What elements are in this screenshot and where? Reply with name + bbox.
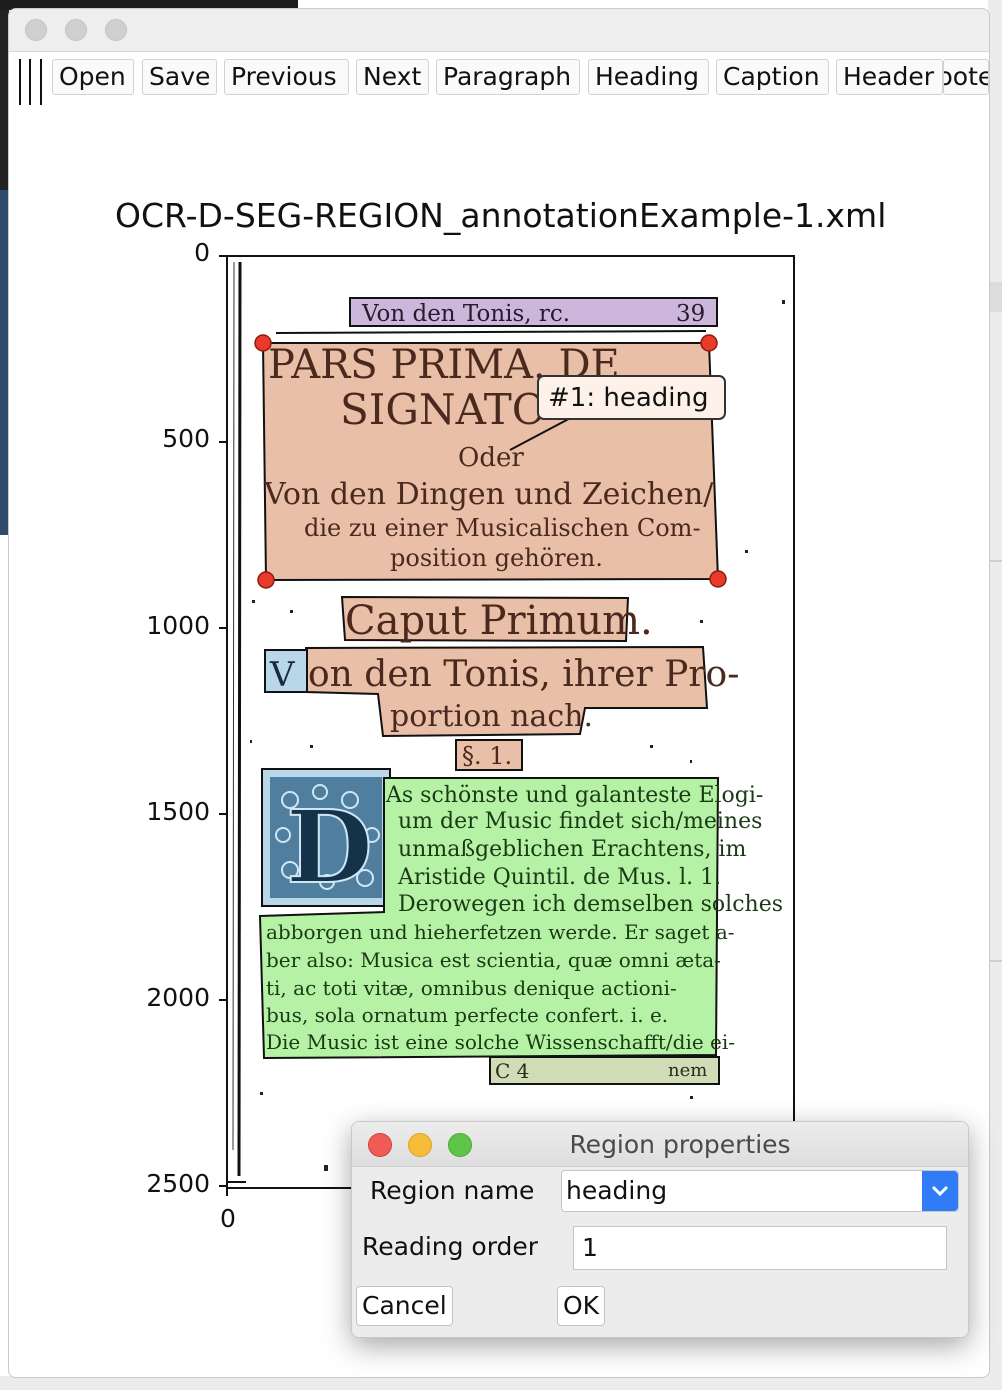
y-tick-label: 2500: [146, 1169, 210, 1198]
heading-button[interactable]: Heading: [588, 59, 709, 95]
paragraph-button[interactable]: Paragraph: [436, 59, 580, 95]
desktop-background: [0, 1376, 1002, 1390]
y-tick-label: 2000: [146, 983, 210, 1012]
region-name-select[interactable]: heading: [561, 1170, 959, 1212]
region-name-label: Region name: [370, 1176, 535, 1205]
y-tick-label: 1500: [146, 797, 210, 826]
header-button[interactable]: Header: [836, 59, 943, 95]
reading-order-label: Reading order: [362, 1232, 539, 1261]
toolbar: Open Save Previous Next Paragraph Headin…: [9, 53, 989, 107]
dialog-titlebar[interactable]: Region properties: [352, 1122, 968, 1167]
caption-button[interactable]: Caption: [716, 59, 829, 95]
ok-button[interactable]: OK: [557, 1286, 606, 1326]
next-button[interactable]: Next: [356, 59, 429, 95]
window-titlebar[interactable]: [9, 9, 989, 52]
zoom-window-button[interactable]: [105, 19, 127, 41]
save-button[interactable]: Save: [142, 59, 217, 95]
region-properties-dialog: Region properties Region name heading Re…: [351, 1121, 969, 1338]
chevron-down-icon[interactable]: [922, 1171, 958, 1211]
plot-title: OCR-D-SEG-REGION_annotationExample-1.xml: [115, 196, 887, 235]
close-window-button[interactable]: [25, 19, 47, 41]
toolbar-grip[interactable]: [19, 59, 21, 105]
open-button[interactable]: Open: [52, 59, 134, 95]
y-tick-label: 1000: [146, 611, 210, 640]
dialog-title: Region properties: [569, 1130, 791, 1159]
previous-button[interactable]: Previous: [224, 59, 349, 95]
y-tick-label: 500: [162, 424, 210, 453]
reading-order-field[interactable]: 1: [573, 1226, 947, 1270]
toolbar-grip[interactable]: [40, 59, 42, 105]
minimize-window-button[interactable]: [65, 19, 87, 41]
cancel-button[interactable]: Cancel: [356, 1286, 453, 1326]
toolbar-grip[interactable]: [29, 59, 31, 105]
y-tick-label: 0: [194, 238, 210, 267]
region-name-value: heading: [566, 1176, 668, 1205]
background-window: [988, 0, 1002, 1390]
footer-button[interactable]: Footer: [943, 59, 989, 95]
x-tick-label: 0: [220, 1204, 236, 1233]
